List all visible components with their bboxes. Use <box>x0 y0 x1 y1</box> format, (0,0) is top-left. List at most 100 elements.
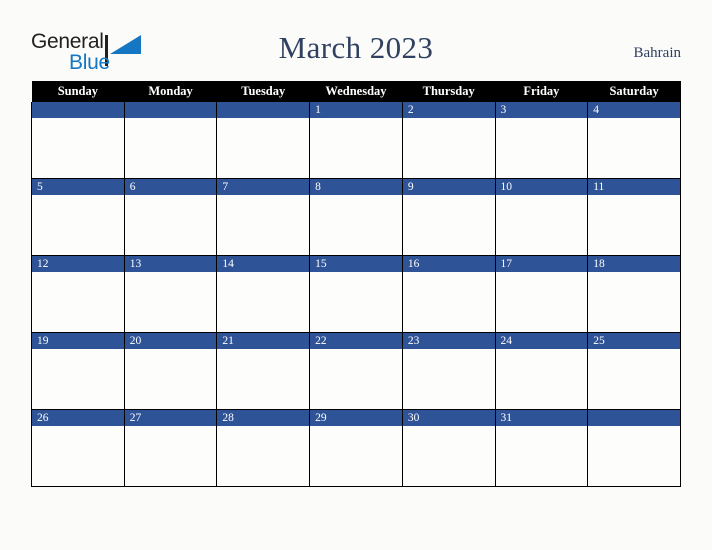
day-cell[interactable]: 14 <box>216 255 311 333</box>
day-number <box>588 410 680 426</box>
day-notes-area[interactable] <box>32 195 124 255</box>
day-number: 2 <box>402 102 495 118</box>
day-notes-area[interactable] <box>217 349 310 409</box>
day-notes-area[interactable] <box>588 272 680 332</box>
day-number: 11 <box>588 179 680 195</box>
day-number: 24 <box>495 333 588 349</box>
day-number: 5 <box>32 179 124 195</box>
day-cell[interactable]: 5 <box>31 178 125 256</box>
day-cell[interactable]: 12 <box>31 255 125 333</box>
day-cell[interactable]: 17 <box>494 255 589 333</box>
weekday-header-wednesday: Wednesday <box>309 81 403 102</box>
day-notes-area[interactable] <box>402 272 495 332</box>
day-cell[interactable]: 26 <box>31 409 125 487</box>
day-number: 31 <box>495 410 588 426</box>
day-cell[interactable]: 30 <box>401 409 496 487</box>
day-notes-area[interactable] <box>32 118 124 178</box>
calendar-grid: Sunday Monday Tuesday Wednesday Thursday… <box>31 81 681 487</box>
week-row: 19 20 21 22 23 24 25 <box>31 332 681 410</box>
day-notes-area[interactable] <box>402 426 495 486</box>
day-cell[interactable]: 4 <box>587 102 681 179</box>
day-notes-area[interactable] <box>217 195 310 255</box>
day-number: 10 <box>495 179 588 195</box>
day-notes-area[interactable] <box>124 195 217 255</box>
day-number: 23 <box>402 333 495 349</box>
day-notes-area[interactable] <box>32 426 124 486</box>
day-notes-area[interactable] <box>217 426 310 486</box>
day-notes-area[interactable] <box>124 349 217 409</box>
day-cell[interactable]: 3 <box>494 102 589 179</box>
day-notes-area[interactable] <box>495 426 588 486</box>
day-cell[interactable]: 13 <box>123 255 218 333</box>
day-cell[interactable]: 18 <box>587 255 681 333</box>
day-notes-area[interactable] <box>32 272 124 332</box>
day-number: 25 <box>588 333 680 349</box>
day-cell[interactable]: 15 <box>309 255 403 333</box>
day-cell[interactable]: 25 <box>587 332 681 410</box>
week-row: 1 2 3 4 <box>31 102 681 179</box>
day-notes-area[interactable] <box>124 118 217 178</box>
day-notes-area[interactable] <box>588 426 680 486</box>
day-cell[interactable]: 21 <box>216 332 311 410</box>
day-number: 16 <box>402 256 495 272</box>
day-number: 21 <box>217 333 310 349</box>
day-cell[interactable]: 9 <box>401 178 496 256</box>
weekday-header-row: Sunday Monday Tuesday Wednesday Thursday… <box>31 81 681 102</box>
day-number: 1 <box>310 102 402 118</box>
day-cell[interactable]: 8 <box>309 178 403 256</box>
day-notes-area[interactable] <box>32 349 124 409</box>
day-notes-area[interactable] <box>217 272 310 332</box>
day-cell[interactable]: 7 <box>216 178 311 256</box>
day-cell[interactable]: 11 <box>587 178 681 256</box>
day-number: 29 <box>310 410 402 426</box>
day-cell[interactable]: 24 <box>494 332 589 410</box>
day-notes-area[interactable] <box>588 118 680 178</box>
day-cell[interactable]: 19 <box>31 332 125 410</box>
day-cell[interactable]: 10 <box>494 178 589 256</box>
day-notes-area[interactable] <box>310 118 402 178</box>
day-notes-area[interactable] <box>588 195 680 255</box>
day-number: 15 <box>310 256 402 272</box>
day-notes-area[interactable] <box>310 272 402 332</box>
day-cell[interactable]: 6 <box>123 178 218 256</box>
day-notes-area[interactable] <box>495 349 588 409</box>
day-notes-area[interactable] <box>495 195 588 255</box>
day-notes-area[interactable] <box>402 349 495 409</box>
day-cell[interactable]: 29 <box>309 409 403 487</box>
day-cell[interactable]: 31 <box>494 409 589 487</box>
weekday-header-tuesday: Tuesday <box>216 81 310 102</box>
day-cell[interactable]: 20 <box>123 332 218 410</box>
day-cell[interactable] <box>216 102 311 179</box>
day-notes-area[interactable] <box>495 118 588 178</box>
day-cell[interactable]: 1 <box>309 102 403 179</box>
day-notes-area[interactable] <box>124 272 217 332</box>
day-number: 13 <box>124 256 217 272</box>
page-header: General Blue March 2023 Bahrain <box>0 0 712 80</box>
day-cell[interactable]: 16 <box>401 255 496 333</box>
weekday-header-friday: Friday <box>495 81 588 102</box>
weekday-header-sunday: Sunday <box>31 81 125 102</box>
day-notes-area[interactable] <box>310 195 402 255</box>
day-cell[interactable]: 27 <box>123 409 218 487</box>
day-cell[interactable] <box>31 102 125 179</box>
day-number: 18 <box>588 256 680 272</box>
day-cell[interactable] <box>123 102 218 179</box>
day-cell[interactable] <box>587 409 681 487</box>
day-cell[interactable]: 2 <box>401 102 496 179</box>
day-number: 22 <box>310 333 402 349</box>
country-label: Bahrain <box>633 45 681 61</box>
day-cell[interactable]: 23 <box>401 332 496 410</box>
day-number: 27 <box>124 410 217 426</box>
day-notes-area[interactable] <box>402 118 495 178</box>
day-notes-area[interactable] <box>402 195 495 255</box>
day-notes-area[interactable] <box>310 349 402 409</box>
day-cell[interactable]: 22 <box>309 332 403 410</box>
day-notes-area[interactable] <box>588 349 680 409</box>
day-notes-area[interactable] <box>310 426 402 486</box>
day-cell[interactable]: 28 <box>216 409 311 487</box>
day-number: 4 <box>588 102 680 118</box>
day-notes-area[interactable] <box>495 272 588 332</box>
day-notes-area[interactable] <box>124 426 217 486</box>
day-notes-area[interactable] <box>217 118 310 178</box>
day-number <box>32 102 124 118</box>
